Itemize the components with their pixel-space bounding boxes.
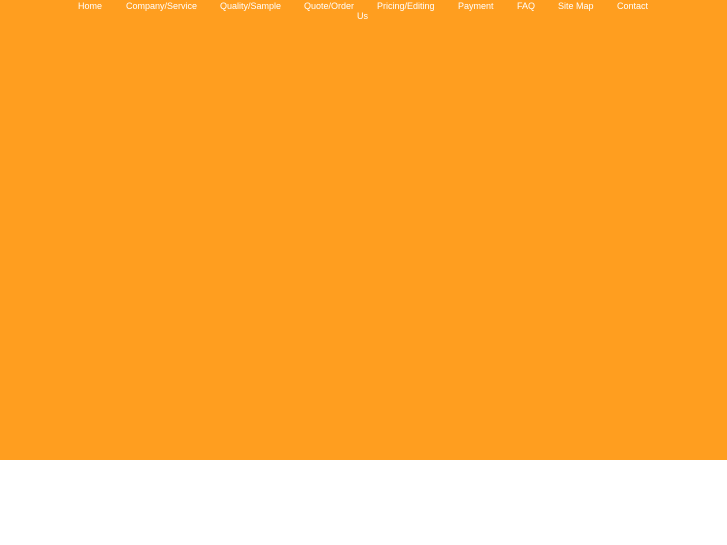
orange-banner [0, 0, 727, 460]
page-footer-area [0, 460, 727, 545]
nav-item-company-service[interactable]: Company/Service [126, 1, 197, 11]
nav-item-quality-sample[interactable]: Quality/Sample [220, 1, 281, 11]
nav-item-quote-order[interactable]: Quote/Order [304, 1, 354, 11]
nav-item-contact-us[interactable]: Contact Us [357, 1, 657, 21]
nav-item-home[interactable]: Home [78, 1, 102, 11]
main-nav: Home Company/Service Quality/Sample Quot… [0, 0, 727, 30]
